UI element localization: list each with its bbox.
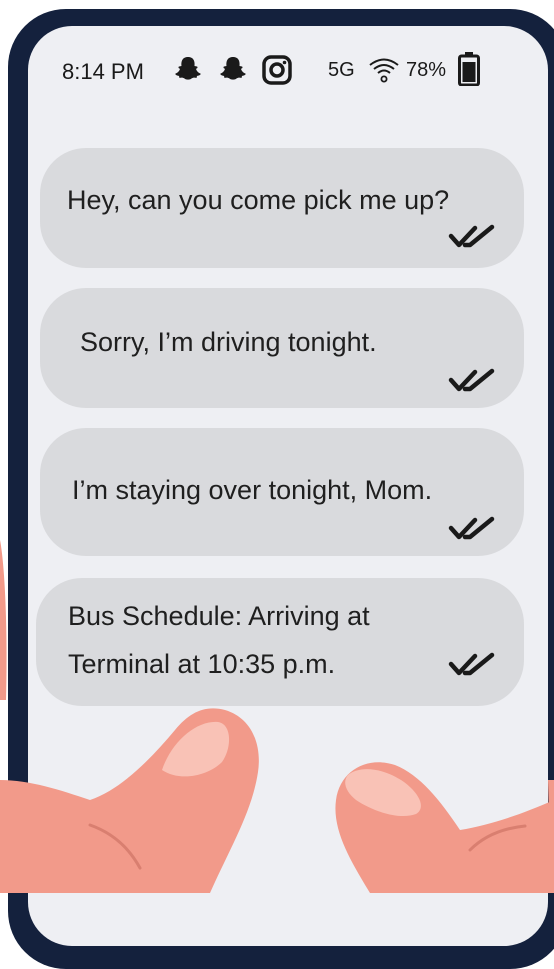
double-check-icon: [448, 224, 495, 248]
double-check-icon: [448, 652, 495, 676]
message-text: Sorry, I’m driving tonight.: [80, 327, 377, 357]
message-text-line: Bus Schedule: Arriving at: [68, 601, 370, 631]
illustration: 8:14 PM 5G 78% Hey, can you come pick me…: [0, 0, 554, 969]
status-time: 8:14 PM: [62, 59, 144, 84]
wifi-icon: [369, 58, 399, 83]
message-text: Hey, can you come pick me up?: [67, 185, 450, 215]
message-bubble: Bus Schedule: Arriving at Terminal at 10…: [36, 578, 524, 706]
battery-percent: 78%: [406, 59, 447, 81]
message-text-line: Terminal at 10:35 p.m.: [68, 649, 336, 679]
phone-screen: 8:14 PM 5G 78% Hey, can you come pick me…: [28, 26, 548, 946]
snapchat-icon: [175, 57, 201, 80]
message-bubble: Hey, can you come pick me up?: [40, 148, 524, 268]
message-bubble: I’m staying over tonight, Mom.: [40, 428, 524, 556]
network-type: 5G: [328, 59, 355, 81]
double-check-icon: [448, 368, 495, 392]
left-palm: [0, 540, 7, 700]
status-bar: 8:14 PM 5G 78%: [28, 26, 548, 121]
snapchat-icon: [220, 57, 246, 80]
double-check-icon: [448, 516, 495, 540]
message-text: I’m staying over tonight, Mom.: [72, 475, 433, 505]
battery-icon: [458, 52, 480, 86]
instagram-icon: [262, 55, 292, 85]
message-bubble: Sorry, I’m driving tonight.: [40, 288, 524, 408]
